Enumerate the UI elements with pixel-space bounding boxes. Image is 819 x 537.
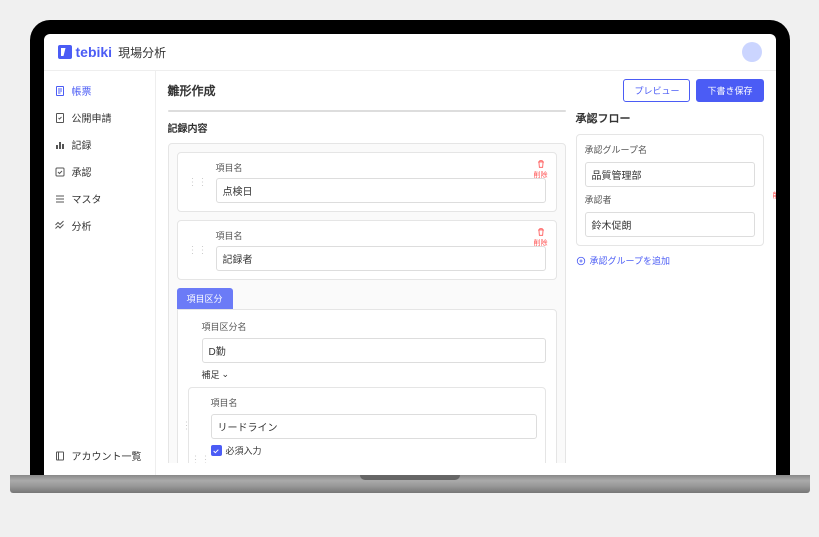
delete-label: 削除 — [534, 238, 548, 248]
field-card: ⋮⋮ 項目名 記録者 削除 — [177, 220, 557, 280]
field-name-input[interactable]: 点検日 — [216, 178, 546, 203]
sidebar-item-label: アカウント一覧 — [72, 448, 142, 463]
trend-icon — [54, 220, 66, 232]
section-name-label: 項目区分名 — [202, 320, 546, 333]
supplement-toggle[interactable]: 補足 ⌄ — [211, 462, 537, 463]
preview-button[interactable]: プレビュー — [623, 79, 690, 102]
trash-icon — [775, 180, 776, 190]
sidebar-item-accounts[interactable]: アカウント一覧 — [44, 442, 155, 469]
field-name-input[interactable]: 記録者 — [216, 246, 546, 271]
sidebar-item-forms[interactable]: 帳票 — [44, 77, 155, 104]
sidebar-item-label: 分析 — [72, 218, 92, 233]
field-name-input[interactable]: リードライン — [211, 414, 537, 439]
trash-icon — [536, 159, 546, 169]
trash-icon — [536, 227, 546, 237]
delete-label: 削除 — [534, 170, 548, 180]
sidebar-item-approval[interactable]: 承認 — [44, 158, 155, 185]
sidebar-item-analysis[interactable]: 分析 — [44, 212, 155, 239]
drag-handle-icon[interactable]: ⋮⋮ — [188, 245, 208, 256]
sidebar-item-records[interactable]: 記録 — [44, 131, 155, 158]
delete-button[interactable]: 削除 — [773, 180, 776, 201]
list-icon — [54, 193, 66, 205]
bars-icon — [54, 139, 66, 151]
field-group: ⋮⋮ 項目名 点検日 削除 — [168, 143, 566, 463]
delete-label: 削除 — [773, 191, 776, 201]
field-name-label: 項目名 — [216, 161, 546, 174]
approval-card: 承認グループ名 品質管理部 承認者 鈴木促朗 削除 — [576, 134, 764, 246]
brand-sub: 現場分析 — [118, 44, 166, 61]
approval-flow-title: 承認フロー — [576, 110, 764, 126]
section-card: ⋮⋮ 項目区分名 D勤 補足 ⌄ — [177, 309, 557, 463]
field-card: ⋮⋮ 項目名 点検日 削除 — [177, 152, 557, 212]
sidebar-item-master[interactable]: マスタ — [44, 185, 155, 212]
sidebar-item-label: マスタ — [72, 191, 102, 206]
title-input[interactable] — [168, 110, 566, 112]
add-approval-group-button[interactable]: 承認グループを追加 — [576, 254, 764, 267]
chevron-down-icon: ⌄ — [222, 369, 230, 380]
doc-check-icon — [54, 112, 66, 124]
supplement-toggle[interactable]: 補足 ⌄ — [202, 368, 546, 381]
save-button[interactable]: 下書き保存 — [696, 79, 763, 102]
check-list-icon — [54, 166, 66, 178]
approver-label: 承認者 — [585, 193, 755, 206]
approval-group-label: 承認グループ名 — [585, 143, 755, 156]
laptop-base — [10, 475, 810, 493]
field-name-label: 項目名 — [211, 396, 537, 409]
delete-button[interactable]: 削除 — [534, 227, 548, 248]
sidebar-item-publish[interactable]: 公開申請 — [44, 104, 155, 131]
logo: tebiki 現場分析 — [58, 44, 167, 61]
drag-handle-icon[interactable]: ⋮⋮ — [191, 454, 211, 463]
doc-icon — [54, 85, 66, 97]
approver-input[interactable]: 鈴木促朗 — [585, 212, 755, 237]
book-icon — [54, 450, 66, 462]
record-content-label: 記録内容 — [168, 120, 566, 135]
sidebar-item-label: 公開申請 — [72, 110, 112, 125]
sidebar-item-label: 記録 — [72, 137, 92, 152]
sidebar-item-label: 承認 — [72, 164, 92, 179]
nested-field-card: ⋮⋮ 項目名 リードライン — [188, 387, 546, 463]
delete-button[interactable]: 削除 — [534, 159, 548, 180]
drag-handle-icon[interactable]: ⋮⋮ — [188, 177, 208, 188]
topbar: tebiki 現場分析 — [44, 34, 776, 71]
page-title: 雛形作成 — [168, 82, 216, 99]
required-checkbox[interactable] — [211, 445, 222, 456]
logo-icon — [58, 45, 72, 59]
field-name-label: 項目名 — [216, 229, 546, 242]
approval-group-input[interactable]: 品質管理部 — [585, 162, 755, 187]
sidebar-item-label: 帳票 — [72, 83, 92, 98]
plus-circle-icon — [576, 256, 586, 266]
section-name-input[interactable]: D勤 — [202, 338, 546, 363]
required-label: 必須入力 — [226, 444, 262, 457]
section-tab[interactable]: 項目区分 — [177, 288, 233, 309]
check-icon — [212, 447, 220, 455]
avatar[interactable] — [742, 42, 762, 62]
brand-name: tebiki — [76, 44, 113, 60]
sidebar: 帳票 公開申請 記録 承認 — [44, 71, 156, 475]
